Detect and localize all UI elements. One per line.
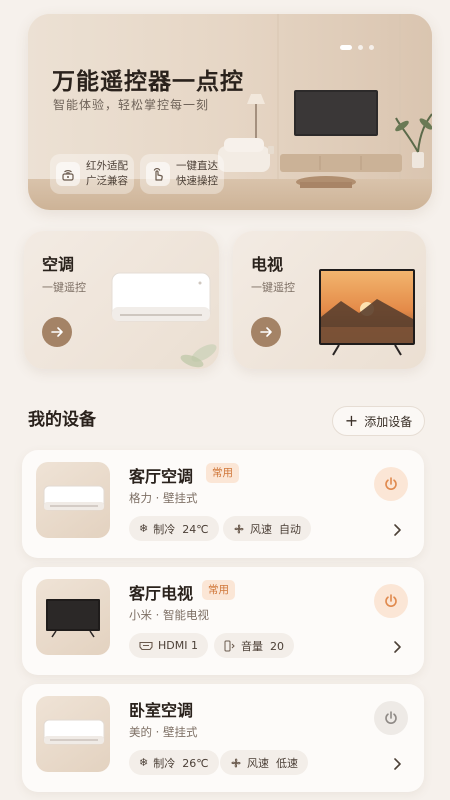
device-name: 客厅电视 <box>129 584 194 603</box>
chip-text: 风速 低速 <box>247 756 298 770</box>
feature-line: 一键直达 <box>176 160 218 172</box>
television-image <box>319 269 415 356</box>
device-name: 客厅空调 <box>129 467 194 486</box>
device-card[interactable]: 客厅电视 常用 小米 · 智能电视 HDMI 1 音量 20 <box>22 567 424 675</box>
quick-card-subtitle: 一键遥控 <box>251 281 295 294</box>
hero-title: 万能遥控器一点控 <box>52 69 244 95</box>
quick-card-ac[interactable]: 空调 一键遥控 <box>24 231 219 369</box>
carousel-dot[interactable] <box>369 45 374 50</box>
feature-one-tap: 一键直达 快速操控 <box>140 154 224 194</box>
chip-text: 制冷 26℃ <box>153 756 209 770</box>
add-device-button[interactable]: + 添加设备 <box>332 406 425 436</box>
quick-card-title: 电视 <box>251 255 284 274</box>
quick-card-arrow-button[interactable] <box>42 317 72 347</box>
hdmi-icon <box>139 641 153 650</box>
quick-card-arrow-button[interactable] <box>251 317 281 347</box>
chevron-right-icon[interactable] <box>392 523 402 537</box>
volume-icon <box>224 640 235 651</box>
mode-chip[interactable]: ❄ 制冷 26℃ <box>129 750 219 775</box>
device-brand: 格力 · 壁挂式 <box>129 491 198 505</box>
chip-text: HDMI 1 <box>158 639 198 652</box>
device-card[interactable]: 客厅空调 常用 格力 · 壁挂式 ❄ 制冷 24℃ 风速 自动 <box>22 450 424 558</box>
feature-line: 红外适配 <box>86 160 128 172</box>
wifi-signal-icon <box>56 162 80 186</box>
power-icon <box>385 594 397 607</box>
device-brand: 小米 · 智能电视 <box>129 608 209 622</box>
feature-ir-compat: 红外适配 广泛兼容 <box>50 154 134 194</box>
plus-icon: + <box>344 411 359 430</box>
feature-line: 广泛兼容 <box>86 175 128 187</box>
quick-card-tv[interactable]: 电视 一键遥控 <box>233 231 426 369</box>
power-button[interactable] <box>374 584 408 618</box>
chip-text: 风速 自动 <box>250 522 301 536</box>
chevron-right-icon[interactable] <box>392 640 402 654</box>
power-icon <box>385 477 397 490</box>
device-name: 卧室空调 <box>129 701 194 720</box>
frequent-tag: 常用 <box>202 580 235 600</box>
quick-card-subtitle: 一键遥控 <box>42 281 86 294</box>
input-source-chip[interactable]: HDMI 1 <box>129 633 208 658</box>
power-icon <box>385 711 397 724</box>
chip-text: 制冷 24℃ <box>153 522 209 536</box>
quick-card-title: 空调 <box>42 255 75 274</box>
fan-chip[interactable]: 风速 自动 <box>223 516 311 541</box>
feature-line: 快速操控 <box>176 175 218 187</box>
carousel-indicator[interactable] <box>340 45 374 50</box>
carousel-dot[interactable] <box>358 45 363 50</box>
device-brand: 美的 · 壁挂式 <box>129 725 198 739</box>
power-button[interactable] <box>374 467 408 501</box>
chevron-right-icon[interactable] <box>392 757 402 771</box>
fan-icon <box>231 757 241 768</box>
arrow-right-icon <box>51 327 63 337</box>
power-button[interactable] <box>374 701 408 735</box>
arrow-right-icon <box>260 327 272 337</box>
section-title: 我的设备 <box>28 410 96 430</box>
add-device-label: 添加设备 <box>364 414 413 429</box>
fan-chip[interactable]: 风速 低速 <box>220 750 308 775</box>
volume-chip[interactable]: 音量 20 <box>214 633 294 658</box>
fan-icon <box>234 523 244 534</box>
frequent-tag: 常用 <box>206 463 239 483</box>
snowflake-icon: ❄ <box>139 756 149 769</box>
snowflake-icon: ❄ <box>139 522 149 535</box>
hero-subtitle: 智能体验，轻松掌控每一刻 <box>53 98 210 112</box>
device-thumbnail <box>36 579 110 655</box>
chip-text: 音量 20 <box>241 639 284 653</box>
air-conditioner-image <box>111 272 217 368</box>
carousel-dot-active[interactable] <box>340 45 352 50</box>
hero-banner[interactable]: 万能遥控器一点控 智能体验，轻松掌控每一刻 红外适配 广泛兼容 一键直达 快速操… <box>28 14 432 210</box>
device-thumbnail <box>36 462 110 538</box>
device-card[interactable]: 卧室空调 美的 · 壁挂式 ❄ 制冷 26℃ 风速 低速 <box>22 684 424 792</box>
hand-tap-icon <box>146 162 170 186</box>
mode-chip[interactable]: ❄ 制冷 24℃ <box>129 516 219 541</box>
device-thumbnail <box>36 696 110 772</box>
